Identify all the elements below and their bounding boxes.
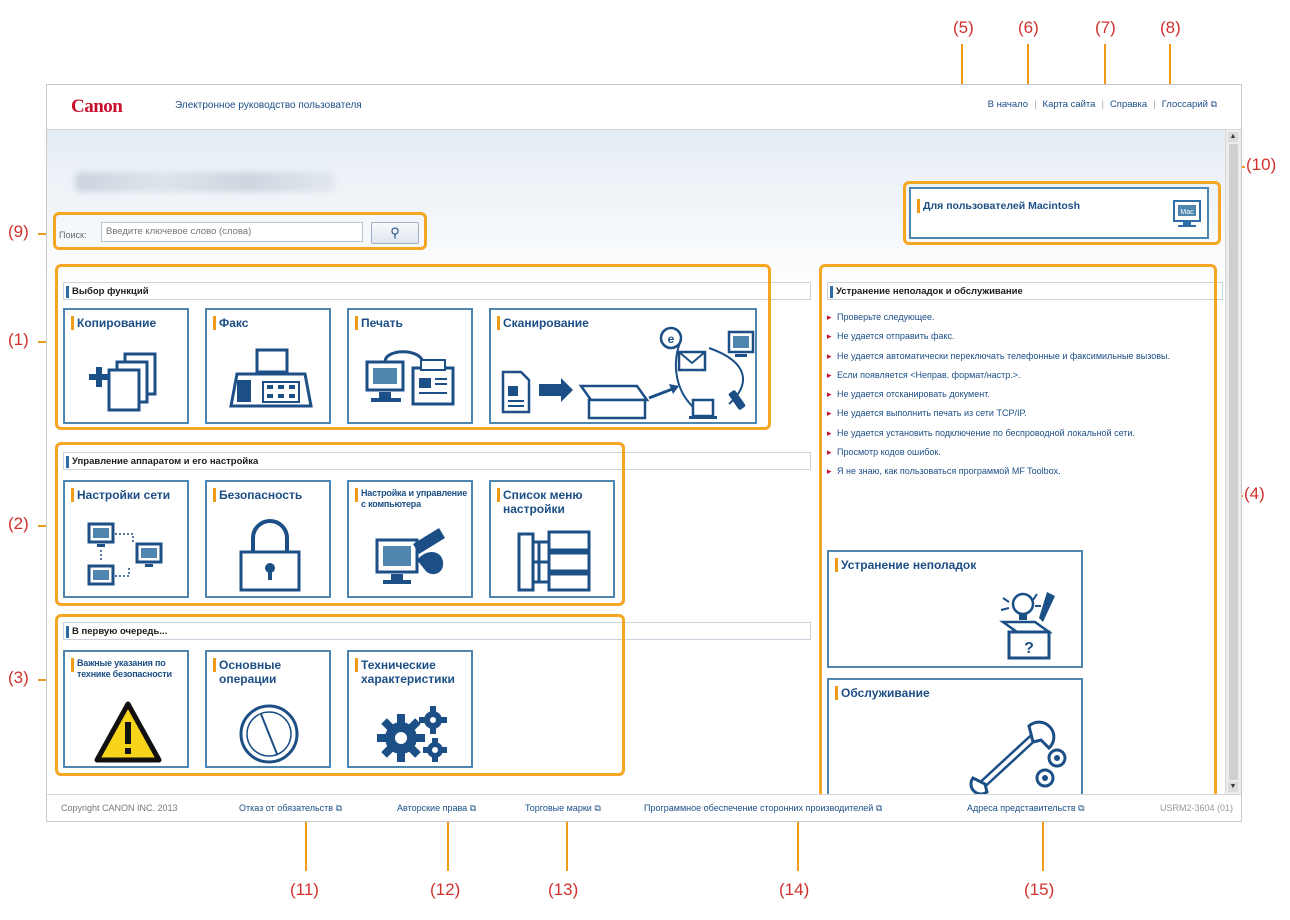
external-window-icon: ⧉: [469, 803, 477, 813]
external-window-icon: ⧉: [335, 803, 343, 813]
footer: Copyright CANON INC. 2013 Отказ от обяза…: [47, 794, 1241, 821]
highlight-mac: [903, 181, 1221, 245]
callout-8: (8): [1160, 18, 1181, 37]
highlight-first: [55, 614, 625, 776]
sitemap-link[interactable]: Карта сайта: [1043, 99, 1096, 110]
home-link[interactable]: В начало: [988, 99, 1028, 110]
footer-link-third-party[interactable]: Программное обеспечение сторонних произв…: [644, 803, 882, 814]
callout-3: (3): [8, 668, 29, 687]
callout-2: (2): [8, 514, 29, 533]
callout-1: (1): [8, 330, 29, 349]
callout-5: (5): [953, 18, 974, 37]
callout-14: (14): [779, 880, 810, 899]
callout-15: (15): [1024, 880, 1055, 899]
footer-link-offices[interactable]: Адреса представительств ⧉: [967, 803, 1085, 814]
callout-4: (4): [1244, 484, 1265, 503]
callout-11: (11): [290, 880, 319, 899]
main-content: Поиск: ⚲ Для пользователей Macintosh Mac…: [47, 130, 1225, 802]
footer-link-trademarks[interactable]: Торговые марки ⧉: [525, 803, 601, 814]
vertical-scrollbar[interactable]: ▲ ▼: [1225, 130, 1241, 794]
highlight-functions: [55, 264, 771, 430]
callout-12: (12): [430, 880, 461, 899]
scroll-up-arrow-icon[interactable]: ▲: [1228, 132, 1238, 142]
callout-13: (13): [548, 880, 579, 899]
external-window-icon: ⧉: [1078, 803, 1085, 813]
callout-10: (10): [1246, 155, 1277, 174]
highlight-management: [55, 442, 625, 606]
product-title-blurred: [75, 172, 335, 192]
canon-logo[interactable]: Canon: [71, 96, 123, 118]
glossary-link[interactable]: Глоссарий ⧉: [1162, 99, 1217, 110]
external-window-icon: ⧉: [1210, 99, 1217, 109]
highlight-troubleshooting: [819, 264, 1217, 802]
top-links: В начало | Карта сайта | Справка | Глосс…: [987, 99, 1217, 110]
external-window-icon: ⧉: [875, 803, 883, 813]
header: Canon Электронное руководство пользовате…: [47, 85, 1241, 130]
external-window-icon: ⧉: [594, 803, 601, 813]
help-link[interactable]: Справка: [1110, 99, 1147, 110]
footer-link-copyright[interactable]: Авторские права ⧉: [397, 803, 476, 814]
scroll-thumb[interactable]: [1229, 144, 1238, 780]
document-code: USRM2-3604 (01): [1159, 803, 1233, 813]
callout-6: (6): [1018, 18, 1039, 37]
app-title: Электронное руководство пользователя: [175, 100, 362, 111]
copyright: Copyright CANON INC. 2013: [61, 803, 178, 813]
scroll-down-arrow-icon[interactable]: ▼: [1228, 782, 1238, 792]
callout-9: (9): [8, 222, 29, 241]
footer-link-disclaimer[interactable]: Отказ от обязательств ⧉: [239, 803, 342, 814]
highlight-search: [53, 212, 427, 250]
manual-window: Canon Электронное руководство пользовате…: [46, 84, 1242, 822]
callout-7: (7): [1095, 18, 1116, 37]
